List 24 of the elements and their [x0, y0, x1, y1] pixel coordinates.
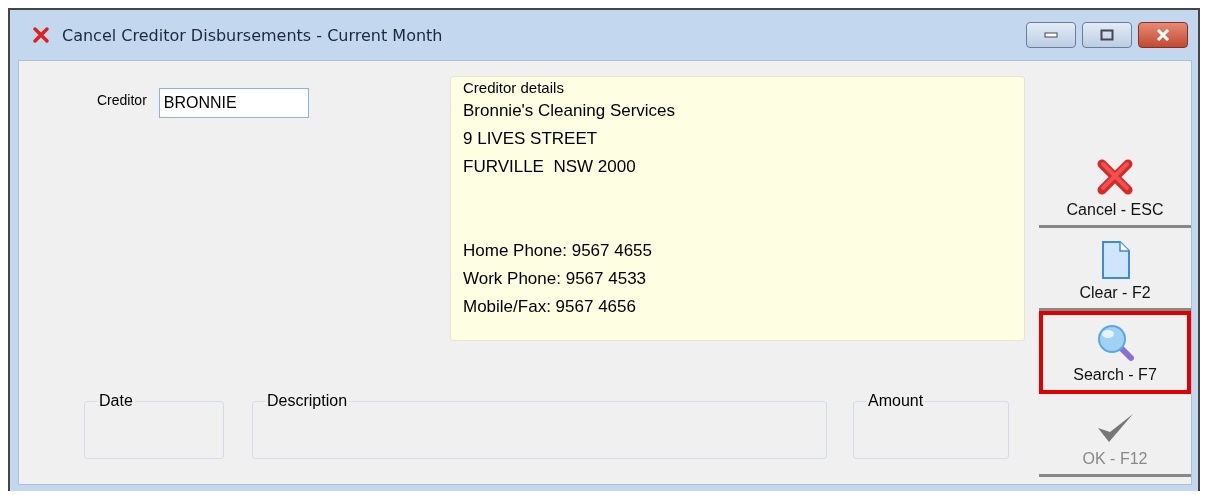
minimize-icon: [1044, 32, 1058, 38]
creditor-field[interactable]: BRONNIE: [158, 88, 309, 118]
phone-line: Work Phone: 9567 4533: [463, 268, 648, 290]
creditor-label: Creditor: [97, 92, 147, 108]
cross-icon: [1095, 157, 1135, 197]
phone-line: Home Phone: 9567 4655: [463, 240, 654, 262]
document-icon: [1099, 240, 1131, 280]
close-button[interactable]: [1138, 22, 1188, 48]
search-icon: [1095, 322, 1135, 362]
window-title: Cancel Creditor Disbursements - Current Month: [62, 25, 443, 45]
search-button[interactable]: Search - F7: [1039, 311, 1191, 394]
address-line: FURVILLE NSW 2000: [463, 156, 637, 178]
group-label: Amount: [866, 392, 926, 409]
phone-line: Mobile/Fax: 9567 4656: [463, 296, 637, 318]
maximize-button[interactable]: [1082, 22, 1132, 48]
close-icon: [32, 26, 50, 44]
group-label: Date: [97, 392, 135, 409]
minimize-button[interactable]: [1026, 22, 1076, 48]
maximize-icon: [1100, 29, 1114, 41]
group-label: Description: [265, 392, 350, 409]
close-icon: [1155, 29, 1171, 41]
details-title: Creditor details: [463, 79, 565, 97]
address-line: Bronnie's Cleaning Services: [463, 100, 677, 122]
address-line: 9 LIVES STREET: [463, 128, 599, 150]
